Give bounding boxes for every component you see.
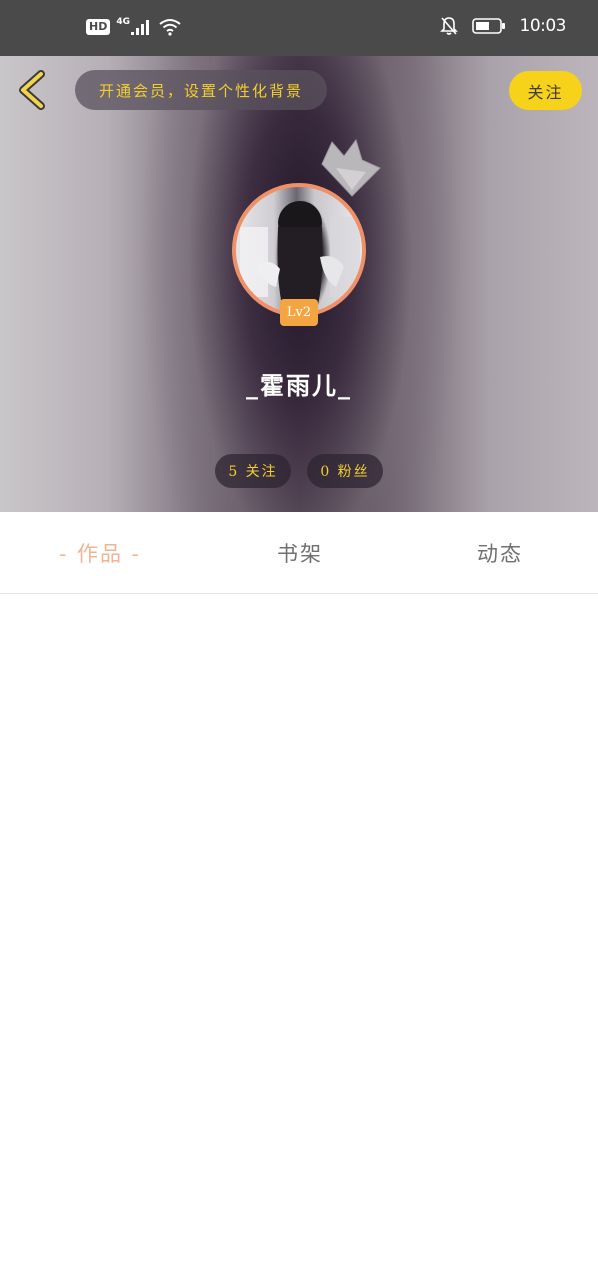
signal-icon bbox=[131, 20, 149, 35]
profile-header: 开通会员，设置个性化背景 关注 Lv2 _霍雨儿_ 5 关注 0 粉丝 bbox=[0, 56, 598, 512]
avatar-figure bbox=[240, 201, 360, 305]
fans-count[interactable]: 0 粉丝 bbox=[307, 454, 383, 488]
profile-tabs: - 作品 - 书架 动态 bbox=[0, 512, 598, 594]
back-button[interactable] bbox=[14, 70, 48, 110]
level-badge: Lv2 bbox=[280, 299, 318, 326]
vip-background-banner[interactable]: 开通会员，设置个性化背景 bbox=[75, 70, 327, 110]
avatar[interactable] bbox=[232, 183, 366, 317]
mute-bell-icon bbox=[439, 17, 458, 35]
nickname: _霍雨儿_ bbox=[246, 371, 352, 400]
battery-icon bbox=[471, 18, 505, 34]
avatar-image bbox=[232, 183, 366, 317]
tab-bookshelf[interactable]: 书架 bbox=[230, 512, 370, 594]
network-type: 4G bbox=[116, 17, 130, 27]
hd-badge: HD bbox=[86, 19, 111, 35]
following-count[interactable]: 5 关注 bbox=[215, 454, 291, 488]
tab-works[interactable]: - 作品 - bbox=[30, 512, 170, 594]
follow-button[interactable]: 关注 bbox=[509, 71, 582, 110]
content-area bbox=[0, 595, 598, 1280]
status-left: HD 4G bbox=[86, 17, 182, 36]
clock: 10:03 bbox=[519, 16, 567, 36]
status-right: 10:03 bbox=[439, 16, 567, 36]
status-bar: HD 4G 10:03 bbox=[0, 0, 598, 56]
tab-dynamic[interactable]: 动态 bbox=[430, 512, 570, 594]
wifi-icon bbox=[159, 19, 181, 36]
